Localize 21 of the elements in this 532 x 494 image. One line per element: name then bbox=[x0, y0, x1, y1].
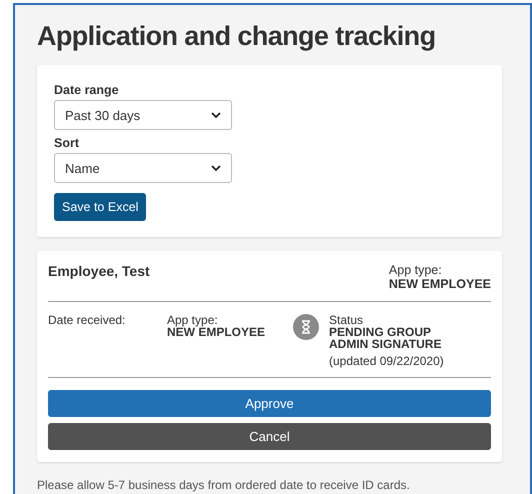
dropdown-field[interactable]: Name bbox=[54, 153, 232, 183]
app-type-value: NEW EMPLOYEE bbox=[167, 326, 266, 338]
chevron-icon bbox=[211, 164, 221, 172]
employee-name: Employee, Test bbox=[48, 263, 150, 281]
chevron-icon bbox=[211, 112, 221, 118]
save-to-excel-button[interactable]: Save to Excel bbox=[54, 193, 146, 221]
app-type-label: App type: bbox=[167, 314, 219, 326]
cancel-button[interactable]: Cancel bbox=[48, 423, 491, 450]
approve-button[interactable]: Approve bbox=[48, 390, 491, 417]
status-label: Status bbox=[329, 314, 364, 326]
app-type-label: App type: bbox=[388, 263, 443, 277]
updated-date: (updated 09/22/2020) bbox=[329, 355, 445, 367]
footer-note: Please allow 5-7 business days from ordered date to receive ID cards. bbox=[37, 478, 411, 492]
app-type-value: NEW EMPLOYEE bbox=[388, 277, 491, 291]
dropdown-field[interactable]: Past 30 days bbox=[54, 100, 232, 130]
field-label: Sort bbox=[54, 136, 80, 150]
field-label: Date range bbox=[54, 83, 120, 97]
status-value: PENDING GROUP ADMIN SIGNATURE bbox=[329, 326, 442, 350]
page-title: Application and change tracking bbox=[37, 20, 436, 53]
date-received-label: Date received: bbox=[48, 314, 126, 329]
hourglass-icon bbox=[293, 314, 319, 340]
